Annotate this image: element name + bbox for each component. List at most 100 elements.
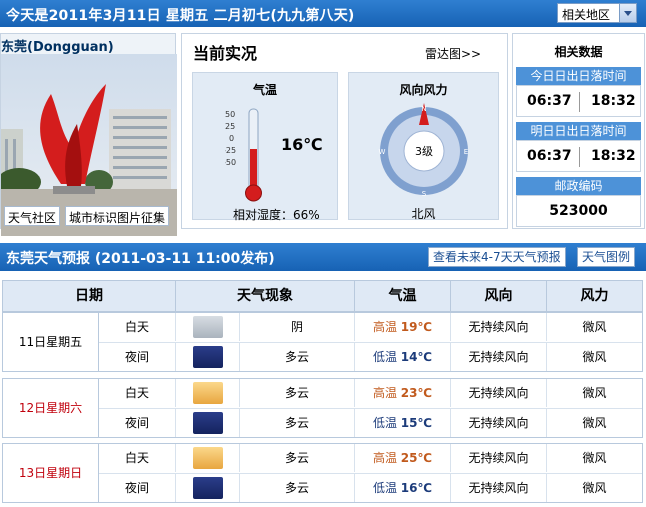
tomorrow-sun-label: 明日日出日落时间 [516,122,641,140]
thermometer-mercury [250,149,257,189]
wind-heading: 风向风力 [399,83,448,97]
forecast-table-header: 日期 天气现象 气温 风向 风力 [2,280,643,312]
period: 白天 [99,379,176,407]
thermometer-tick: 50 [225,110,235,119]
wind-force-text: 微风 [582,320,607,334]
wind-force-text: 微风 [582,451,607,465]
wind-direction: 北风 [411,207,436,221]
header-weather: 天气现象 [176,281,355,311]
city-image-contest-link[interactable]: 城市标识图片征集 [65,206,170,226]
moon-cloud-icon [193,412,223,434]
forecast-date: 13日星期日 [3,444,99,502]
thermometer-tick: -50 [225,158,236,167]
wind-direction-text: 无持续风向 [451,409,547,437]
temperature-value: 15℃ [400,416,433,430]
thermometer-tick: -25 [225,146,236,155]
weather-text: 多云 [240,444,355,472]
forecast-row: 夜间 多云 低温 16℃ 无持续风向 微风 [99,473,642,502]
temperature-value: 23℃ [400,386,433,400]
postal-code-label: 邮政编码 [516,177,641,195]
forecast-row: 白天 阴 高温 19℃ 无持续风向 微风 [99,313,642,342]
thermometer-tick: 25 [225,122,235,131]
today-date-text: 今天是2011年3月11日 星期五 二月初七(九九第八天) [6,8,355,24]
weather-community-link[interactable]: 天气社区 [4,206,61,226]
city-name: 东莞(Dongguan) [1,40,114,55]
period: 夜间 [99,343,176,371]
thermometer-tick: 0 [229,134,234,143]
sun-cloud-icon [193,447,223,469]
region-select[interactable]: 相关地区 [557,3,637,23]
chevron-down-icon[interactable] [619,4,636,22]
forecast-date: 12日星期六 [3,379,99,437]
svg-text:N: N [421,105,426,113]
period: 夜间 [99,474,176,502]
postal-code: 523000 [549,203,608,219]
forecast-bar: 东莞天气预报 (2011-03-11 11:00发布) 查看未来4-7天天气预报… [0,243,646,271]
svg-text:E: E [464,148,468,156]
forecast-row: 白天 多云 高温 23℃ 无持续风向 微风 [99,379,642,408]
tomorrow-sun-times: 06:37 18:32 [516,140,641,172]
forecast-row: 白天 多云 高温 25℃ 无持续风向 微风 [99,444,642,473]
svg-text:S: S [422,190,427,198]
temperature-heading: 气温 [252,83,277,97]
cloudy-icon [193,316,223,338]
header-wind-direction: 风向 [451,281,547,311]
temperature-value: 25℃ [400,451,433,465]
forecast-title: 东莞天气预报 (2011-03-11 11:00发布) [6,251,275,267]
relative-humidity: 相对湿度：66% [233,208,320,222]
temperature-box: 气温 50 25 0 -25 -50 16℃ 相对湿度：66% [192,72,338,222]
forecast-day: 12日星期六 白天 多云 高温 23℃ 无持续风向 微风 夜间 多云 低温 15… [2,378,643,438]
forecast-row: 夜间 多云 低温 15℃ 无持续风向 微风 [99,408,642,437]
period: 白天 [99,313,176,341]
current-conditions-panel: 当前实况 雷达图>> 气温 50 25 0 -25 -50 16℃ 相对湿度：6… [181,33,508,229]
wind-compass-icon: N E S W 3级 [379,103,468,198]
weather-legend-button[interactable]: 天气图例 [577,247,636,267]
wind-direction-text: 无持续风向 [451,343,547,371]
wind-direction-text: 无持续风向 [451,313,547,341]
forecast-date: 11日星期五 [3,313,99,371]
tomorrow-sunset: 18:32 [591,148,636,164]
wind-direction-text: 无持续风向 [451,379,547,407]
thermometer-icon: 50 25 0 -25 -50 [225,108,262,202]
radar-link[interactable]: 雷达图>> [425,45,481,62]
sun-cloud-icon [193,382,223,404]
period: 白天 [99,444,176,472]
weather-text: 多云 [240,343,355,371]
header-temperature: 气温 [355,281,451,311]
related-data-panel: 相关数据 今日日出日落时间 06:37 18:32 明日日出日落时间 06:37… [512,33,645,229]
wind-level: 3级 [415,145,433,158]
current-conditions-title: 当前实况 [193,44,258,63]
wind-force-text: 微风 [582,386,607,400]
related-data-title: 相关数据 [554,45,603,59]
region-select-value: 相关地区 [562,8,611,22]
forecast-day: 13日星期日 白天 多云 高温 25℃ 无持续风向 微风 夜间 多云 低温 16… [2,443,643,503]
header-wind-force: 风力 [580,288,609,304]
moon-cloud-icon [193,477,223,499]
forecast-day: 11日星期五 白天 阴 高温 19℃ 无持续风向 微风 夜间 多云 低温 14℃… [2,312,643,372]
today-sun-label: 今日日出日落时间 [516,67,641,85]
weather-text: 多云 [240,474,355,502]
temperature-value: 19℃ [400,320,433,334]
postal-code-box: 523000 [516,195,641,227]
forecast-row: 夜间 多云 低温 14℃ 无持续风向 微风 [99,342,642,371]
weather-text: 阴 [240,313,355,341]
weather-text: 多云 [240,409,355,437]
date-bar: 今天是2011年3月11日 星期五 二月初七(九九第八天) 相关地区 [0,0,646,27]
svg-text:W: W [379,148,386,156]
temperature-value: 16℃ [400,481,433,495]
wind-force-text: 微风 [582,481,607,495]
header-date: 日期 [3,281,176,311]
moon-cloud-icon [193,346,223,368]
wind-box: 风向风力 N E S W 3级 北风 [348,72,499,221]
temperature-value: 14℃ [400,350,433,364]
wind-force-text: 微风 [582,416,607,430]
today-sunrise: 06:37 [527,93,572,109]
current-temperature: 16℃ [281,135,323,154]
wind-direction-text: 无持续风向 [451,444,547,472]
weather-text: 多云 [240,379,355,407]
city-panel: 东莞(Dongguan) 天气社区 城市标识图片征集 [0,33,177,236]
tomorrow-sunrise: 06:37 [527,148,572,164]
today-sun-times: 06:37 18:32 [516,85,641,117]
more-days-forecast-button[interactable]: 查看未来4-7天天气预报 [428,247,566,267]
wind-direction-text: 无持续风向 [451,474,547,502]
